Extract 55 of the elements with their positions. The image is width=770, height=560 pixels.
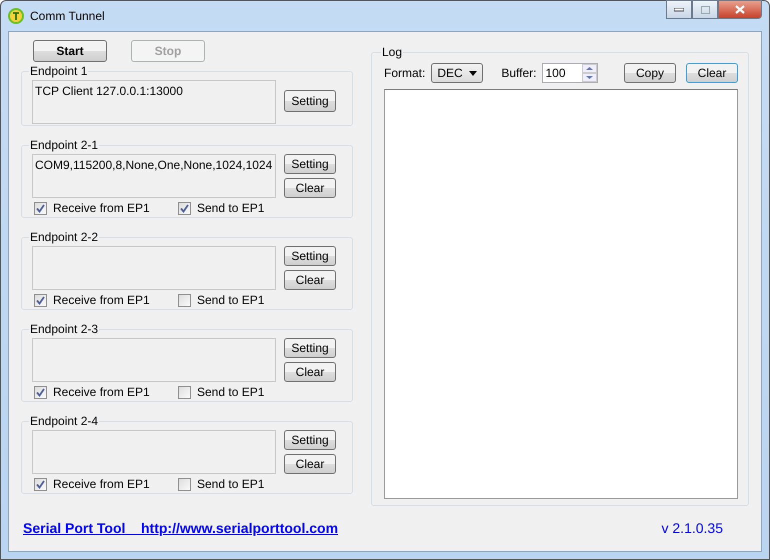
checkbox[interactable] xyxy=(178,202,191,214)
endpoint-info-field[interactable]: COM9,115200,8,None,One,None,1024,1024 xyxy=(32,154,276,198)
group-title: Log xyxy=(381,45,404,59)
setting-button[interactable]: Setting xyxy=(284,154,336,174)
close-icon xyxy=(735,5,745,14)
checkbox[interactable] xyxy=(34,386,47,398)
group-title: Endpoint 2-4 xyxy=(29,414,100,428)
clear-button[interactable]: Clear xyxy=(686,63,738,83)
format-label: Format: xyxy=(384,66,426,80)
endpoint-info-field[interactable] xyxy=(32,246,276,290)
checkbox-label: Send to EP1 xyxy=(197,293,264,307)
copy-button[interactable]: Copy xyxy=(624,63,676,83)
group-title: Endpoint 2-2 xyxy=(29,230,100,244)
checkbox[interactable] xyxy=(34,478,47,490)
format-dropdown[interactable]: DEC xyxy=(431,63,484,83)
spinner-arrows-icon[interactable] xyxy=(582,64,598,82)
checkbox-label: Receive from EP1 xyxy=(53,201,150,215)
checkbox-label: Receive from EP1 xyxy=(53,293,150,307)
group-title: Endpoint 2-3 xyxy=(29,322,100,336)
endpoint-info-field[interactable]: TCP Client 127.0.0.1:13000 xyxy=(32,80,276,124)
endpoint-info-field[interactable] xyxy=(32,338,276,382)
buffer-label: Buffer: xyxy=(501,66,536,80)
setting-button[interactable]: Setting xyxy=(284,246,336,266)
checkbox[interactable] xyxy=(178,478,191,490)
version-label: v 2.1.0.35 xyxy=(662,520,723,536)
checkbox[interactable] xyxy=(34,294,47,306)
maximize-button[interactable] xyxy=(692,0,718,19)
app-logo-icon xyxy=(8,8,24,24)
checkbox[interactable] xyxy=(34,202,47,214)
checkbox-label: Receive from EP1 xyxy=(53,477,150,491)
buffer-spinbox[interactable]: 100 xyxy=(542,63,598,83)
start-button[interactable]: Start xyxy=(33,40,107,62)
close-button[interactable] xyxy=(718,0,762,19)
checkbox-label: Send to EP1 xyxy=(197,201,264,215)
group-title: Endpoint 1 xyxy=(29,64,88,78)
endpoint-info-field[interactable] xyxy=(32,430,276,474)
checkbox[interactable] xyxy=(178,294,191,306)
window-title: Comm Tunnel xyxy=(30,9,105,23)
setting-button[interactable]: Setting xyxy=(284,90,336,112)
checkbox[interactable] xyxy=(178,386,191,398)
website-link[interactable]: Serial Port Tool http://www.serialporttool.com xyxy=(23,520,338,536)
setting-button[interactable]: Setting xyxy=(284,338,336,358)
clear-button[interactable]: Clear xyxy=(284,178,336,198)
minimize-button[interactable] xyxy=(666,0,692,19)
checkbox-label: Send to EP1 xyxy=(197,477,264,491)
minimize-icon xyxy=(674,8,684,12)
clear-button[interactable]: Clear xyxy=(284,454,336,474)
dropdown-arrow-icon xyxy=(469,70,478,76)
maximize-icon xyxy=(700,6,710,14)
clear-button[interactable]: Clear xyxy=(284,270,336,290)
checkbox-label: Send to EP1 xyxy=(197,385,264,399)
checkbox-label: Receive from EP1 xyxy=(53,385,150,399)
setting-button[interactable]: Setting xyxy=(284,430,336,450)
group-title: Endpoint 2-1 xyxy=(29,138,100,152)
clear-button[interactable]: Clear xyxy=(284,362,336,382)
